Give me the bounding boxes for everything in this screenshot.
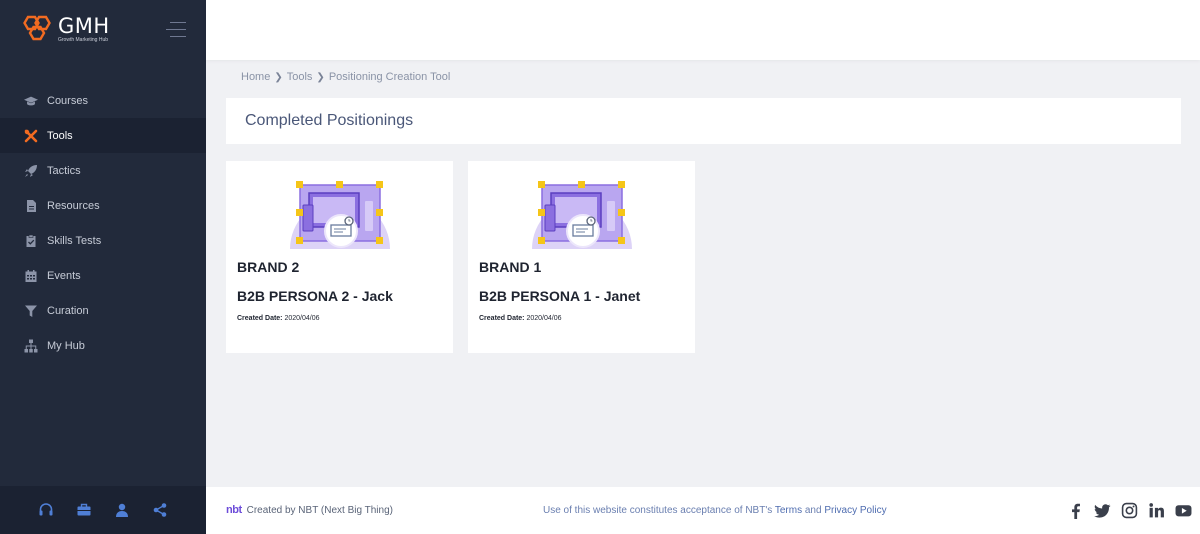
card-persona: B2B PERSONA 2 - Jack <box>237 288 393 304</box>
headset-icon[interactable] <box>38 502 54 518</box>
footer-credit: nbt Created by NBT (Next Big Thing) <box>226 504 393 516</box>
sidebar-item-label: Tools <box>47 129 73 142</box>
sidebar-item-label: Resources <box>47 199 100 212</box>
hexagon-logo-icon <box>23 15 51 41</box>
logo-tagline: Growth Marketing Hub <box>58 36 109 43</box>
social-links <box>1067 502 1192 519</box>
card-brand: BRAND 1 <box>479 259 542 275</box>
sidebar-item-label: Events <box>47 269 81 282</box>
file-icon <box>23 199 39 213</box>
user-icon[interactable] <box>114 502 130 518</box>
sidebar-item-courses[interactable]: Courses <box>0 83 206 118</box>
footer-terms: Use of this website constitutes acceptan… <box>543 505 887 516</box>
created-by-text: Created by NBT (Next Big Thing) <box>246 504 393 516</box>
page-footer: nbt Created by NBT (Next Big Thing) Use … <box>206 487 1200 534</box>
created-date-label: Created Date: <box>237 315 283 322</box>
nbt-logo[interactable]: nbt <box>226 504 242 516</box>
sidebar-item-tools[interactable]: Tools <box>0 118 206 153</box>
card-persona: B2B PERSONA 1 - Janet <box>479 288 641 304</box>
positioning-illustration-icon <box>532 181 632 249</box>
sitemap-icon <box>23 339 39 353</box>
sidebar-nav: Courses Tools Tactics Resources Skills T… <box>0 83 206 363</box>
sidebar-item-events[interactable]: Events <box>0 258 206 293</box>
created-date-label: Created Date: <box>479 315 525 322</box>
youtube-icon[interactable] <box>1175 502 1192 519</box>
card-brand: BRAND 2 <box>237 259 300 275</box>
calendar-icon <box>23 269 39 283</box>
created-date-value: 2020/04/06 <box>284 315 320 322</box>
sidebar-item-my-hub[interactable]: My Hub <box>0 328 206 363</box>
page-title-panel: Completed Positionings <box>226 98 1181 144</box>
filter-icon <box>23 304 39 318</box>
sidebar: GMH Growth Marketing Hub Courses Tools T… <box>0 0 206 534</box>
sidebar-item-label: Tactics <box>47 164 81 177</box>
rocket-icon <box>23 164 39 178</box>
linkedin-icon[interactable] <box>1148 502 1165 519</box>
menu-toggle-icon[interactable] <box>166 22 186 38</box>
briefcase-icon[interactable] <box>76 502 92 518</box>
gmh-logo[interactable]: GMH Growth Marketing Hub <box>20 14 110 44</box>
breadcrumb: Home ❯ Tools ❯ Positioning Creation Tool <box>241 71 450 83</box>
card-created-date: Created Date: 2020/04/06 <box>237 315 320 322</box>
tools-icon <box>23 129 39 143</box>
logo-title: GMH <box>58 13 110 38</box>
sidebar-item-label: Courses <box>47 94 88 107</box>
instagram-icon[interactable] <box>1121 502 1138 519</box>
sidebar-item-curation[interactable]: Curation <box>0 293 206 328</box>
sidebar-item-label: My Hub <box>47 339 85 352</box>
page-title: Completed Positionings <box>245 112 414 129</box>
clipboard-check-icon <box>23 234 39 248</box>
sidebar-footer <box>0 486 206 534</box>
sidebar-item-label: Curation <box>47 304 89 317</box>
chevron-right-icon: ❯ <box>316 71 325 83</box>
positioning-card[interactable]: BRAND 1 B2B PERSONA 1 - Janet Created Da… <box>468 161 695 353</box>
chevron-right-icon: ❯ <box>274 71 283 83</box>
twitter-icon[interactable] <box>1094 502 1111 519</box>
sidebar-item-label: Skills Tests <box>47 234 102 247</box>
terms-and: and <box>802 505 825 516</box>
terms-prefix: Use of this website constitutes acceptan… <box>543 505 775 516</box>
sidebar-item-skills-tests[interactable]: Skills Tests <box>0 223 206 258</box>
privacy-policy-link[interactable]: Privacy Policy <box>824 505 886 516</box>
positioning-illustration-icon <box>290 181 390 249</box>
share-icon[interactable] <box>152 502 168 518</box>
facebook-icon[interactable] <box>1067 502 1084 519</box>
graduation-cap-icon <box>23 94 39 108</box>
breadcrumb-tools-link[interactable]: Tools <box>287 71 313 83</box>
terms-link[interactable]: Terms <box>775 505 802 516</box>
sidebar-item-resources[interactable]: Resources <box>0 188 206 223</box>
positioning-card[interactable]: BRAND 2 B2B PERSONA 2 - Jack Created Dat… <box>226 161 453 353</box>
created-date-value: 2020/04/06 <box>526 315 562 322</box>
card-created-date: Created Date: 2020/04/06 <box>479 315 562 322</box>
breadcrumb-current: Positioning Creation Tool <box>328 71 451 83</box>
sidebar-item-tactics[interactable]: Tactics <box>0 153 206 188</box>
breadcrumb-home-link[interactable]: Home <box>241 71 270 83</box>
top-bar <box>206 0 1200 60</box>
